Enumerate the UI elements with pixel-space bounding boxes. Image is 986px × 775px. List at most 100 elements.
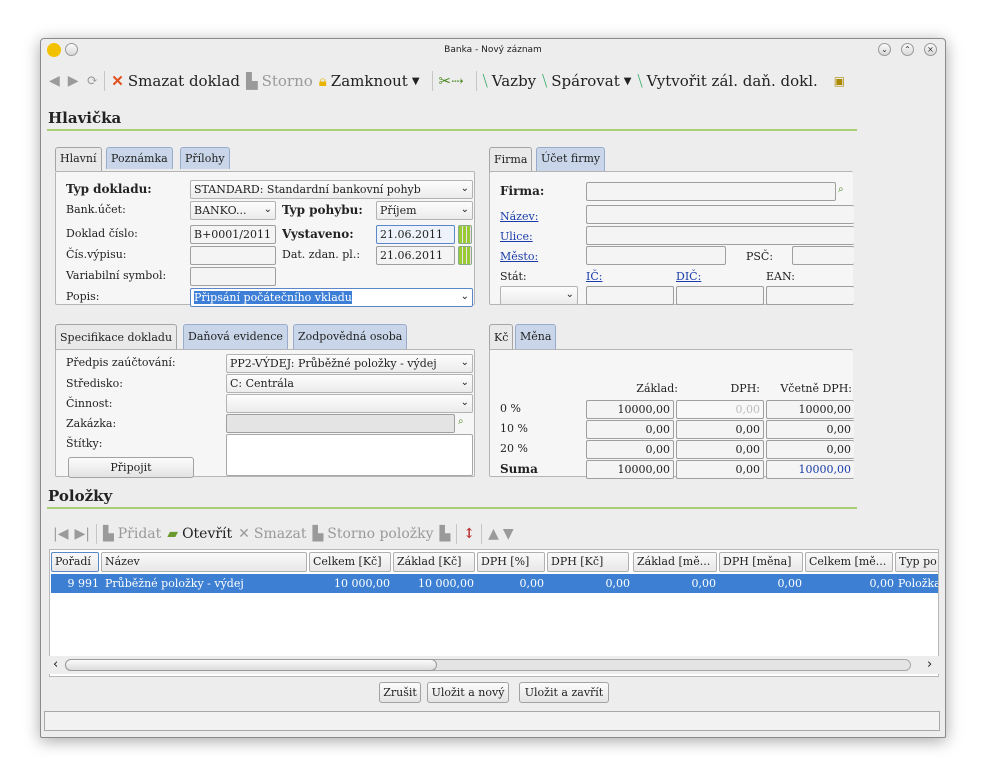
- storno-item-button[interactable]: ▙ Storno položky: [312, 526, 433, 542]
- vat-total-field: 10000,00: [766, 400, 854, 419]
- cell-vat: 0,00: [605, 577, 631, 590]
- company-field[interactable]: [586, 182, 836, 201]
- open-item-button[interactable]: ▰ Otevřít: [167, 526, 232, 542]
- copy-icon[interactable]: ▙: [440, 526, 451, 542]
- back-icon[interactable]: ◀: [49, 73, 60, 89]
- cancel-button[interactable]: Zrušit: [379, 682, 421, 703]
- col-header[interactable]: Název: [101, 552, 307, 572]
- sort-icon[interactable]: ↕: [463, 526, 475, 542]
- vat-amount-field[interactable]: 0,00: [676, 440, 764, 459]
- col-header[interactable]: Pořadí: [51, 552, 99, 572]
- description-combo[interactable]: Připsání počátečního vkladu ⌄: [190, 288, 473, 307]
- calendar-icon[interactable]: [458, 246, 472, 265]
- col-header[interactable]: Celkem [mě...: [805, 552, 893, 572]
- chevron-down-icon: ⌄: [460, 357, 469, 368]
- move-down-icon[interactable]: ▼: [503, 526, 514, 542]
- help-icon[interactable]: ▣: [834, 74, 845, 88]
- doc-type-select[interactable]: STANDARD: Standardní bankovní pohyb ⌄: [190, 180, 473, 199]
- street-field[interactable]: [586, 226, 854, 245]
- vat-base-field[interactable]: 10000,00: [586, 400, 674, 419]
- doc-number-field[interactable]: B+0001/2011: [190, 225, 276, 244]
- tags-field[interactable]: [226, 434, 473, 476]
- table-row[interactable]: 9 991 Průběžné položky - výdej 10 000,00…: [51, 574, 938, 593]
- tab-firma[interactable]: Firma: [489, 147, 533, 172]
- search-icon[interactable]: ⌕: [458, 416, 464, 427]
- add-item-button[interactable]: ▙ Přidat: [103, 526, 161, 542]
- zip-field[interactable]: [792, 246, 854, 265]
- ean-field[interactable]: [766, 286, 854, 305]
- col-header[interactable]: Základ [mě...: [633, 552, 717, 572]
- issued-date-field[interactable]: 21.06.2011: [376, 225, 455, 244]
- tab-mena[interactable]: Měna: [515, 324, 557, 349]
- col-header[interactable]: Základ [Kč]: [393, 552, 475, 572]
- dic-field[interactable]: [676, 286, 764, 305]
- move-up-icon[interactable]: ▲: [488, 526, 499, 542]
- col-header[interactable]: DPH [%]: [477, 552, 545, 572]
- delete-document-button[interactable]: ✕ Smazat doklad: [111, 72, 240, 90]
- links-button[interactable]: ⧹ Vazby: [483, 72, 537, 90]
- city-link[interactable]: Město:: [500, 250, 538, 263]
- col-header[interactable]: DPH [měna]: [719, 552, 803, 572]
- ico-link[interactable]: IČ:: [586, 270, 602, 283]
- variable-symbol-field[interactable]: [190, 267, 276, 286]
- calendar-icon[interactable]: [458, 225, 472, 244]
- pair-icon: ⧹: [542, 72, 548, 90]
- pair-button[interactable]: ⧹ Spárovat ▼: [542, 72, 631, 90]
- tax-date-field[interactable]: 21.06.2011: [376, 246, 455, 265]
- scroll-thumb[interactable]: [65, 659, 437, 671]
- delete-item-button[interactable]: ✕ Smazat: [238, 526, 306, 542]
- tools-icon[interactable]: ✂⇢: [439, 72, 464, 90]
- storno-button[interactable]: ▙ Storno: [246, 72, 313, 90]
- col-header[interactable]: Celkem [Kč]: [309, 552, 391, 572]
- tab-specifikace[interactable]: Specifikace dokladu: [55, 324, 178, 350]
- tab-danova-evidence[interactable]: Daňová evidence: [183, 324, 288, 349]
- first-icon[interactable]: |◀: [53, 526, 68, 542]
- scroll-right-icon[interactable]: ›: [927, 657, 932, 672]
- close-button[interactable]: ×: [924, 43, 937, 56]
- tab-poznamka[interactable]: Poznámka: [106, 147, 173, 169]
- statement-number-field[interactable]: [190, 246, 276, 265]
- tab-ucet-firmy[interactable]: Účet firmy: [536, 147, 606, 171]
- vat-amount-field[interactable]: 0,00: [676, 420, 764, 439]
- city-field[interactable]: [586, 246, 726, 265]
- dic-link[interactable]: DIČ:: [676, 270, 701, 283]
- add-item-label: Přidat: [117, 526, 162, 542]
- save-new-button[interactable]: Uložit a nový: [427, 682, 509, 703]
- pin-icon[interactable]: [65, 43, 78, 56]
- chevron-down-icon: ▼: [411, 75, 420, 87]
- tab-prilohy[interactable]: Přílohy: [180, 147, 230, 169]
- forward-icon[interactable]: ▶: [68, 73, 79, 89]
- vat-base-field[interactable]: 0,00: [586, 420, 674, 439]
- vat-total-field: 0,00: [766, 440, 854, 459]
- refresh-icon[interactable]: ⟳: [87, 73, 99, 89]
- street-link[interactable]: Ulice:: [500, 230, 533, 243]
- attach-button[interactable]: Připojit: [68, 457, 194, 478]
- save-close-button[interactable]: Uložit a zavřít: [519, 682, 609, 703]
- last-icon[interactable]: ▶|: [74, 526, 89, 542]
- country-select[interactable]: ⌄: [500, 286, 578, 305]
- name-link[interactable]: Název:: [500, 210, 538, 223]
- vat-base-field[interactable]: 0,00: [586, 440, 674, 459]
- order-field[interactable]: [226, 414, 455, 433]
- tab-kc[interactable]: Kč: [489, 324, 514, 350]
- cell-order: 9 991: [67, 577, 100, 590]
- activity-select[interactable]: ⌄: [226, 394, 473, 413]
- horizontal-scrollbar[interactable]: ‹ ›: [49, 656, 939, 674]
- search-icon[interactable]: ⌕: [838, 184, 850, 198]
- links-label: Vazby: [491, 72, 537, 90]
- scroll-left-icon[interactable]: ‹: [53, 657, 58, 672]
- create-advance-button[interactable]: ⧹ Vytvořit zál. daň. dokl.: [637, 72, 817, 90]
- center-select[interactable]: C: Centrála ⌄: [226, 374, 473, 393]
- maximize-button[interactable]: ⌃: [901, 43, 914, 56]
- tab-zodpovedna-osoba[interactable]: Zodpovědná osoba: [293, 324, 408, 349]
- lock-button[interactable]: 🔒︎ Zamknout ▼: [319, 72, 420, 90]
- col-header[interactable]: DPH [Kč]: [547, 552, 629, 572]
- ico-field[interactable]: [586, 286, 674, 305]
- minimize-button[interactable]: ⌄: [878, 43, 891, 56]
- bank-account-select[interactable]: BANKO... ⌄: [190, 201, 276, 220]
- tab-hlavni[interactable]: Hlavní: [55, 147, 102, 171]
- movement-type-select[interactable]: Příjem ⌄: [376, 201, 473, 220]
- name-field[interactable]: [586, 205, 854, 224]
- posting-rule-select[interactable]: PP2-VÝDEJ: Průběžné položky - výdej ⌄: [226, 354, 473, 373]
- col-header[interactable]: Typ po: [895, 552, 938, 572]
